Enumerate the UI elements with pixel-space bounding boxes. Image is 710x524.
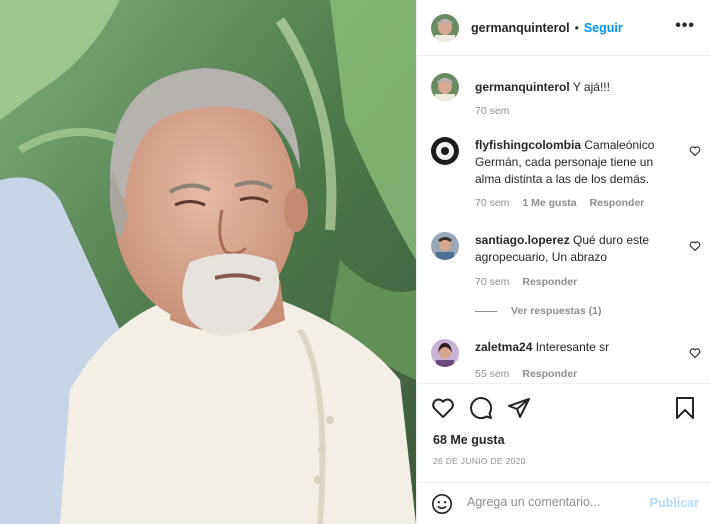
comment-text: zaletma24 Interesante sr [475,339,675,356]
view-replies-label[interactable]: Ver respuestas (1) [511,305,601,317]
reply-button[interactable]: Responder [522,368,577,380]
commenter-username[interactable]: zaletma24 [475,340,532,354]
add-comment-bar: Publicar [417,482,710,524]
comment-text: santiago.loperez Qué duro este agropecua… [475,232,675,266]
more-options-icon[interactable]: ••• [675,17,695,35]
comment-item: santiago.loperez Qué duro este agropecua… [431,232,701,292]
action-bar [417,383,710,431]
caption-text: germanquinterol Y ajá!!! [475,79,675,96]
emoji-icon[interactable] [431,493,453,515]
view-replies-button[interactable]: Ver respuestas (1) [475,305,601,317]
comment-meta: 70 sem 1 Me gusta Responder [475,197,654,209]
publish-button[interactable]: Publicar [650,496,699,510]
comment-meta: 55 sem Responder [475,368,587,380]
comment-body: Interesante sr [535,340,610,354]
caption-meta: 70 sem [475,105,519,117]
comment-item: flyfishingcolombia Camaleónico Germán, c… [431,137,701,217]
comments-list[interactable]: germanquinterol Y ajá!!! 70 sem flyfishi… [417,57,710,383]
photo-illustration [0,0,416,524]
post-photo[interactable] [0,0,416,524]
caption-time[interactable]: 70 sem [475,105,509,117]
follow-button[interactable]: Seguir [584,21,623,35]
comment-icon[interactable] [469,396,493,420]
comment-input[interactable] [467,495,647,509]
commenter-username[interactable]: santiago.loperez [475,233,570,247]
commenter-avatar[interactable] [431,339,459,367]
header-separator: • [574,20,579,35]
likes-count[interactable]: 68 Me gusta [433,433,505,447]
commenter-avatar[interactable] [431,137,459,165]
replies-divider [475,310,497,312]
author-username-link[interactable]: germanquinterol [471,21,570,35]
commenter-username[interactable]: flyfishingcolombia [475,138,581,152]
caption-username[interactable]: germanquinterol [475,80,570,94]
heart-small-icon[interactable] [689,145,701,157]
author-avatar[interactable] [431,13,459,42]
comment-time[interactable]: 70 sem [475,197,509,209]
reply-button[interactable]: Responder [522,276,577,288]
commenter-avatar[interactable] [431,232,459,260]
reply-button[interactable]: Responder [590,197,645,209]
caption-avatar[interactable] [431,73,459,101]
heart-small-icon[interactable] [689,240,701,252]
comment-time[interactable]: 55 sem [475,368,509,380]
heart-icon[interactable] [431,396,455,420]
post-date[interactable]: 26 DE JUNIO DE 2020 [433,456,526,466]
comment-text: flyfishingcolombia Camaleónico Germán, c… [475,137,675,188]
comment-likes[interactable]: 1 Me gusta [522,197,576,209]
post-sidebar: germanquinterol • Seguir ••• germanquint… [416,0,710,524]
caption-item: germanquinterol Y ajá!!! 70 sem [431,73,701,123]
heart-small-icon[interactable] [689,347,701,359]
comment-meta: 70 sem Responder [475,276,587,288]
caption-body: Y ajá!!! [572,80,610,94]
post-header: germanquinterol • Seguir ••• [417,0,710,56]
bookmark-icon[interactable] [673,396,697,420]
share-icon[interactable] [507,396,531,420]
comment-time[interactable]: 70 sem [475,276,509,288]
comment-item: zaletma24 Interesante sr 55 sem Responde… [431,339,701,383]
instagram-post: germanquinterol • Seguir ••• germanquint… [0,0,710,524]
